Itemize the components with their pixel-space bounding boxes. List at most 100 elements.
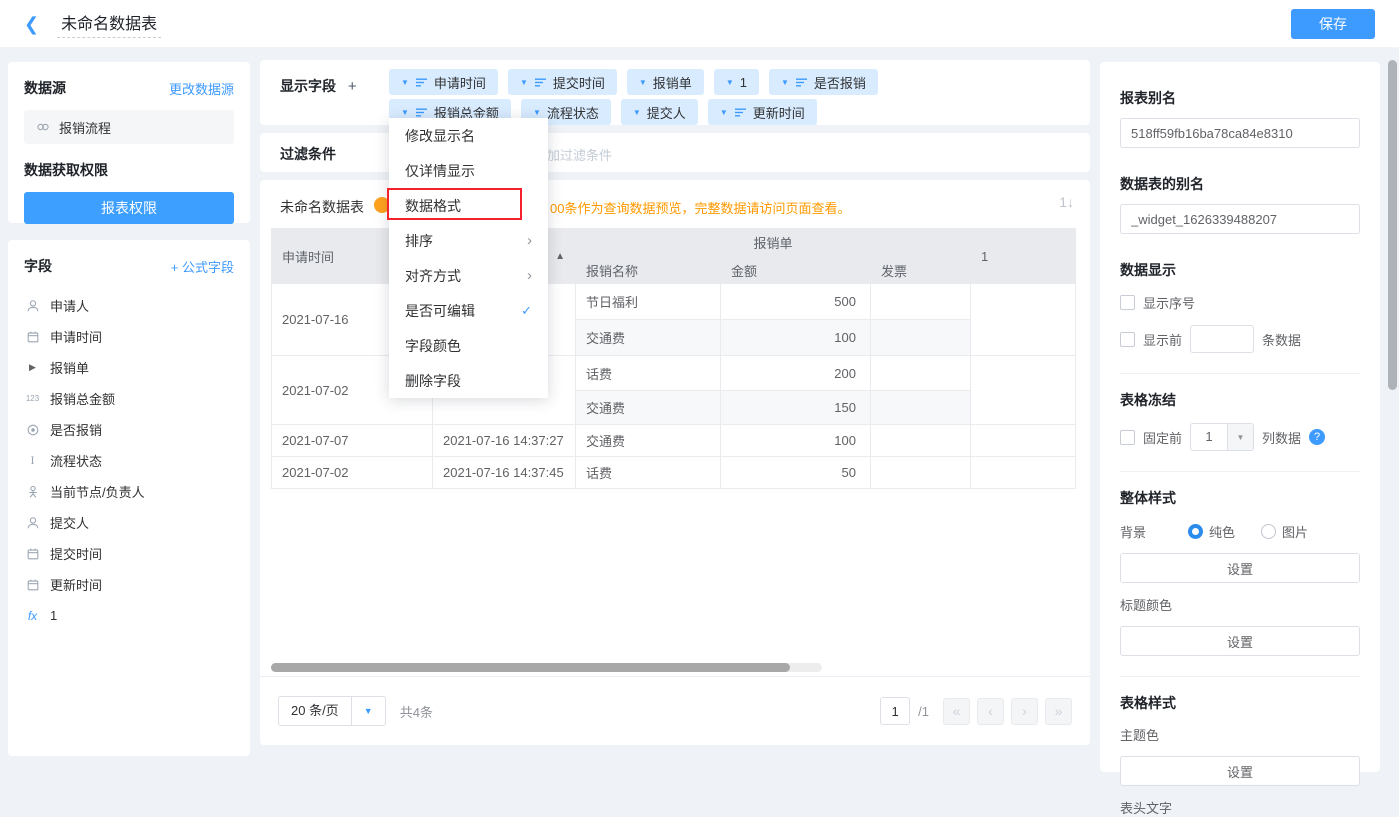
preview-panel: 未命名数据表 00条作为查询数据预览，完整数据请访问页面查看。 1↓ 申请时间 …	[260, 180, 1090, 745]
chip-formula-1[interactable]: ▼ 1	[714, 69, 759, 95]
table-alias-input[interactable]	[1120, 204, 1360, 234]
show-first-prefix: 显示前	[1143, 330, 1182, 349]
chip-submit-time[interactable]: ▼ 提交时间	[508, 69, 617, 95]
cell-invoice	[871, 320, 971, 356]
menu-item-sort[interactable]: 排序›	[389, 223, 548, 258]
freeze-row: 固定前 1 ▼ 列数据 ?	[1120, 423, 1360, 451]
field-item-formula-1[interactable]: fx 1	[24, 600, 234, 631]
chip-is-reimbursed[interactable]: ▼ 是否报销	[769, 69, 878, 95]
data-display-title: 数据显示	[1120, 260, 1360, 280]
cell-invoice	[871, 457, 971, 489]
menu-item-data-format[interactable]: 数据格式	[389, 188, 548, 223]
background-set-button[interactable]: 设置	[1120, 553, 1360, 583]
sort-lines-icon	[534, 77, 547, 88]
field-item-current-node[interactable]: 当前节点/负责人	[24, 476, 234, 507]
show-first-checkbox[interactable]	[1120, 332, 1135, 347]
formula-icon: fx	[24, 609, 41, 623]
menu-item-delete-field[interactable]: 删除字段	[389, 363, 548, 398]
divider	[1120, 373, 1360, 374]
menu-item-alignment[interactable]: 对齐方式›	[389, 258, 548, 293]
field-label: 申请人	[50, 296, 89, 315]
field-item-flow-status[interactable]: I 流程状态	[24, 445, 234, 476]
save-button[interactable]: 保存	[1291, 9, 1375, 39]
chevron-down-icon[interactable]: ▼	[726, 78, 734, 87]
report-alias-input[interactable]	[1120, 118, 1360, 148]
row-order-icon[interactable]: 1↓	[1059, 194, 1074, 210]
title-color-set-button[interactable]: 设置	[1120, 626, 1360, 656]
horizontal-scrollbar[interactable]	[271, 663, 822, 672]
chip-update-time[interactable]: ▼ 更新时间	[708, 99, 817, 125]
field-item-reimburse-form[interactable]: ▶ 报销单	[24, 352, 234, 383]
chip-reimburse-form[interactable]: ▼ 报销单	[627, 69, 704, 95]
field-item-total-amount[interactable]: 123 报销总金额	[24, 383, 234, 414]
divider	[1120, 676, 1360, 677]
chevron-down-icon[interactable]: ▼	[520, 78, 528, 87]
chip-label: 提交人	[647, 103, 686, 122]
expand-caret-icon[interactable]: ▶	[24, 362, 41, 373]
freeze-count-select[interactable]: 1 ▼	[1190, 423, 1254, 451]
chevron-down-icon[interactable]: ▼	[533, 108, 541, 117]
freeze-checkbox[interactable]	[1120, 430, 1135, 445]
chevron-down-icon[interactable]: ▼	[720, 108, 728, 117]
number-icon: 123	[24, 394, 41, 403]
show-index-checkbox[interactable]	[1120, 295, 1135, 310]
menu-item-editable[interactable]: 是否可编辑✓	[389, 293, 548, 328]
sub-header-invoice[interactable]: 发票	[871, 257, 971, 284]
field-item-submit-time[interactable]: 提交时间	[24, 538, 234, 569]
next-page-button[interactable]: ›	[1011, 698, 1038, 725]
show-first-count-input[interactable]	[1190, 325, 1254, 353]
bg-image-option[interactable]: 图片	[1261, 522, 1308, 541]
first-page-button[interactable]: «	[943, 698, 970, 725]
chevron-down-icon[interactable]: ▼	[401, 108, 409, 117]
chevron-down-icon[interactable]: ▼	[401, 78, 409, 87]
radio-selected-icon[interactable]	[1188, 524, 1203, 539]
back-icon[interactable]: ❮	[24, 15, 39, 33]
menu-item-field-color[interactable]: 字段颜色	[389, 328, 548, 363]
theme-color-set-button[interactable]: 设置	[1120, 756, 1360, 786]
page-title[interactable]: 未命名数据表	[57, 10, 161, 38]
chip-submitter[interactable]: ▼ 提交人	[621, 99, 698, 125]
field-item-applicant[interactable]: 申请人	[24, 290, 234, 321]
help-icon[interactable]: ?	[1309, 429, 1325, 445]
add-formula-field-link[interactable]: + 公式字段	[171, 257, 234, 276]
chip-apply-time[interactable]: ▼ 申请时间	[389, 69, 498, 95]
bg-solid-option[interactable]: 纯色	[1188, 522, 1235, 541]
col-header-1[interactable]: 1	[971, 229, 1076, 284]
change-datasource-link[interactable]: 更改数据源	[169, 79, 234, 98]
chips-row-1: ▼ 申请时间 ▼ 提交时间 ▼ 报销单 ▼ 1 ▼ 是否报销	[389, 69, 1090, 95]
radio-unselected-icon[interactable]	[1261, 524, 1276, 539]
menu-item-detail-only[interactable]: 仅详情显示	[389, 153, 548, 188]
field-item-update-time[interactable]: 更新时间	[24, 569, 234, 600]
add-display-field-button[interactable]: +	[348, 78, 357, 95]
menu-item-rename[interactable]: 修改显示名	[389, 118, 548, 153]
top-bar: ❮ 未命名数据表 保存	[0, 0, 1399, 48]
chip-label: 1	[740, 75, 747, 90]
chip-label: 更新时间	[753, 103, 805, 122]
cell-invoice	[871, 391, 971, 425]
sub-header-amount[interactable]: 金额	[721, 257, 871, 284]
last-page-button[interactable]: »	[1045, 698, 1072, 725]
field-item-is-reimbursed[interactable]: 是否报销	[24, 414, 234, 445]
cell-amount: 50	[721, 457, 871, 489]
page-number-input[interactable]	[880, 697, 910, 725]
datasource-item[interactable]: 报销流程	[24, 110, 234, 144]
field-item-submitter[interactable]: 提交人	[24, 507, 234, 538]
fields-title: 字段	[24, 256, 52, 276]
chevron-down-icon[interactable]: ▼	[633, 108, 641, 117]
horizontal-scrollbar-thumb[interactable]	[271, 663, 790, 672]
sort-ascending-icon[interactable]: ▲	[555, 251, 565, 262]
sub-header-name[interactable]: 报销名称	[576, 257, 721, 284]
field-item-apply-time[interactable]: 申请时间	[24, 321, 234, 352]
display-fields-title: 显示字段	[280, 78, 336, 94]
pagination-bar: 20 条/页 ▼ 共4条 /1 « ‹ › »	[260, 676, 1090, 745]
vertical-scrollbar-thumb[interactable]	[1388, 60, 1397, 390]
report-permission-button[interactable]: 报表权限	[24, 192, 234, 224]
cell-extra	[971, 356, 1076, 425]
page-size-select[interactable]: 20 条/页 ▼	[278, 696, 386, 726]
cell-invoice	[871, 425, 971, 457]
cell-amount: 500	[721, 284, 871, 320]
prev-page-button[interactable]: ‹	[977, 698, 1004, 725]
show-first-suffix: 条数据	[1262, 330, 1301, 349]
chevron-down-icon[interactable]: ▼	[639, 78, 647, 87]
chevron-down-icon[interactable]: ▼	[781, 78, 789, 87]
